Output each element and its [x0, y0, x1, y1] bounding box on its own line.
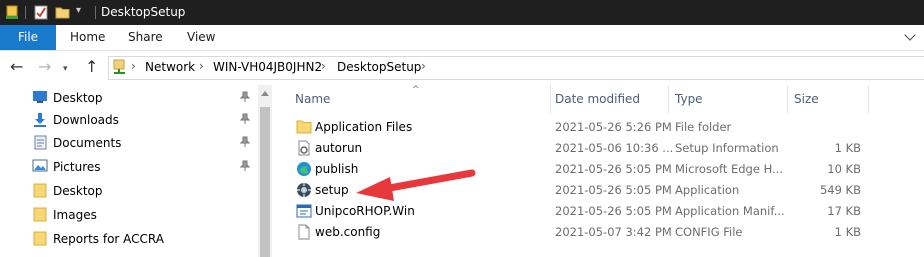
file-row-web-config[interactable]: web.config 2021-05-07 3:42 PM CONFIG Fil…	[285, 222, 924, 243]
column-header-type[interactable]: Type	[675, 92, 703, 106]
column-header-size[interactable]: Size	[794, 92, 819, 106]
breadcrumb-server[interactable]: WIN-VH04JB0JHN2	[213, 60, 322, 74]
tab-view[interactable]: View	[187, 25, 215, 50]
edge-icon	[297, 162, 311, 176]
back-arrow-icon[interactable]: ←	[10, 59, 23, 75]
checklist-icon[interactable]	[34, 5, 48, 20]
navigation-pane: Desktop Downloads Documents Pictures Des…	[0, 85, 272, 257]
setup-app-icon	[297, 183, 311, 197]
window-title: DesktopSetup	[101, 5, 186, 19]
title-bar: ▾ DesktopSetup	[0, 0, 924, 25]
recent-locations-chevron-icon[interactable]: ▾	[63, 61, 68, 77]
annotation-arrow-icon	[356, 169, 476, 201]
breadcrumb-separator: ›	[199, 59, 204, 73]
folder-icon	[296, 120, 312, 134]
file-row-autorun[interactable]: autorun 2021-05-06 10:36 ... Setup Infor…	[285, 138, 924, 159]
divider	[95, 6, 96, 19]
tab-home[interactable]: Home	[70, 25, 105, 50]
breadcrumb-separator: ›	[131, 59, 136, 73]
pin-icon[interactable]	[239, 160, 251, 174]
nav-item-reports-for-accra[interactable]: Reports for ACCRA	[32, 228, 262, 250]
app-manifest-icon	[296, 204, 312, 218]
folder-icon	[33, 231, 47, 246]
column-divider[interactable]	[668, 85, 669, 113]
column-headers: ^ Name Date modified Type Size	[285, 85, 924, 113]
nav-item-downloads[interactable]: Downloads	[32, 109, 262, 131]
breadcrumb-separator: ›	[321, 59, 326, 73]
pictures-icon	[32, 159, 48, 172]
download-arrow-icon	[34, 113, 46, 127]
scroll-up-icon[interactable]	[261, 91, 269, 96]
properties-icon[interactable]	[5, 5, 19, 20]
file-row-application-files[interactable]: Application Files 2021-05-26 5:26 PM Fil…	[285, 117, 924, 138]
pin-icon[interactable]	[239, 91, 251, 105]
navigation-scrollbar[interactable]	[258, 85, 272, 257]
expand-ribbon-chevron-icon[interactable]	[904, 29, 916, 41]
folder-icon	[33, 207, 47, 222]
column-divider[interactable]	[550, 85, 551, 113]
nav-item-pictures[interactable]: Pictures	[32, 156, 262, 178]
sort-ascending-icon: ^	[412, 85, 420, 95]
column-header-name[interactable]: Name	[295, 92, 330, 106]
tab-share[interactable]: Share	[128, 25, 163, 50]
column-divider[interactable]	[787, 85, 788, 113]
nav-item-images[interactable]: Images	[32, 204, 262, 226]
column-header-date-modified[interactable]: Date modified	[555, 92, 640, 106]
setup-info-file-icon	[298, 140, 310, 156]
breadcrumb-network[interactable]: Network	[145, 60, 195, 74]
column-divider[interactable]	[868, 85, 869, 113]
tab-file[interactable]: File	[0, 25, 56, 50]
nav-item-documents[interactable]: Documents	[32, 132, 262, 154]
nav-item-desktop[interactable]: Desktop	[32, 87, 262, 109]
breadcrumb-separator: ›	[421, 59, 426, 73]
customize-toolbar-icon[interactable]: ▾	[76, 5, 81, 16]
config-file-icon	[298, 224, 310, 240]
address-bar[interactable]: › Network › WIN-VH04JB0JHN2 › DesktopSet…	[108, 56, 924, 80]
navigation-bar: ← → ▾ ↑ › Network › WIN-VH04JB0JHN2 › De…	[0, 51, 924, 85]
breadcrumb-desktopsetup[interactable]: DesktopSetup	[337, 60, 421, 74]
ribbon-tabs: File Home Share View	[0, 25, 924, 51]
divider	[25, 6, 26, 19]
desktop-blue-icon	[33, 91, 47, 103]
up-arrow-icon[interactable]: ↑	[85, 59, 98, 75]
new-folder-icon[interactable]	[55, 5, 70, 19]
folder-icon	[33, 183, 47, 198]
scrollbar-thumb[interactable]	[260, 107, 270, 257]
pin-icon[interactable]	[239, 136, 251, 150]
documents-icon	[34, 135, 47, 150]
nav-item-desktop-folder[interactable]: Desktop	[32, 180, 262, 202]
network-location-icon	[113, 59, 125, 74]
pin-icon[interactable]	[239, 113, 251, 127]
forward-arrow-icon[interactable]: →	[38, 59, 51, 75]
